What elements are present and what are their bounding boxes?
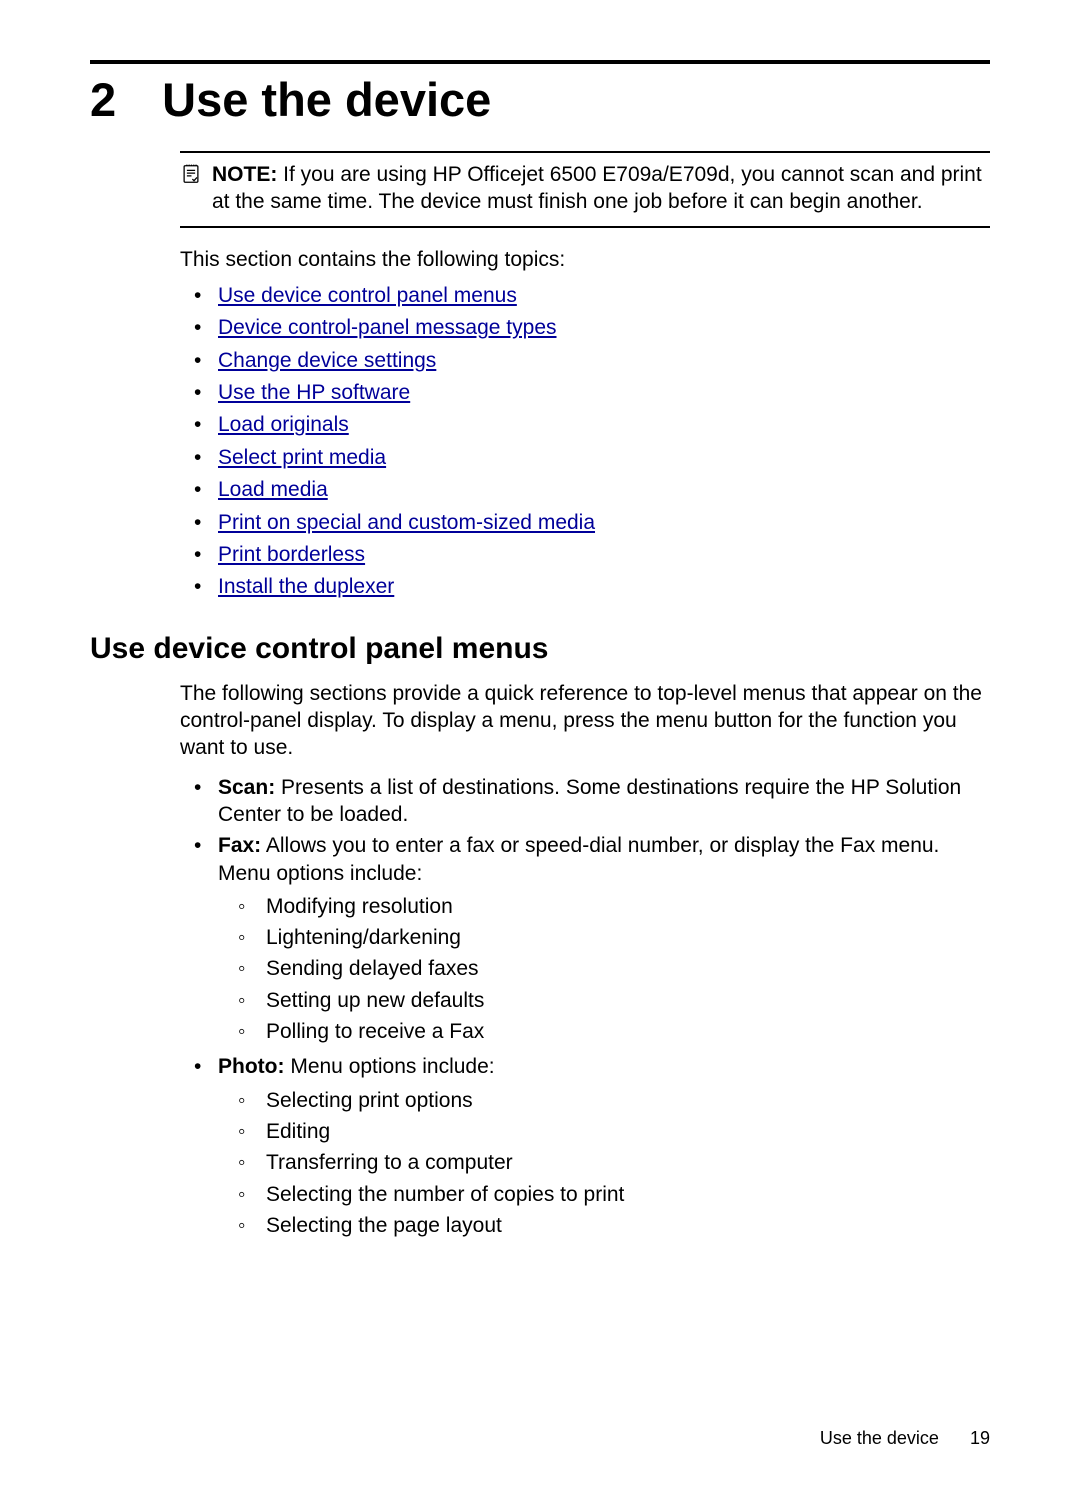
list-item: Lightening/darkening	[238, 924, 990, 951]
menu-list: Scan: Presents a list of destinations. S…	[180, 774, 990, 1239]
sub-item: Transferring to a computer	[266, 1151, 513, 1174]
chapter-number: 2	[90, 76, 116, 123]
list-item: Change device settings	[194, 346, 990, 375]
sub-item: Selecting print options	[266, 1089, 473, 1112]
item-lead: Fax:	[218, 834, 261, 857]
item-lead: Scan:	[218, 776, 275, 799]
page-number: 19	[970, 1428, 990, 1449]
list-item: Select print media	[194, 443, 990, 472]
topic-link[interactable]: Print borderless	[218, 543, 365, 566]
list-item: Selecting print options	[238, 1087, 990, 1114]
footer-title: Use the device	[820, 1428, 939, 1448]
list-item: Modifying resolution	[238, 893, 990, 920]
list-item: Load originals	[194, 410, 990, 439]
topic-link[interactable]: Load originals	[218, 413, 349, 436]
topic-link[interactable]: Print on special and custom-sized media	[218, 511, 595, 534]
topic-link[interactable]: Load media	[218, 478, 328, 501]
sub-list: Selecting print options Editing Transfer…	[218, 1087, 990, 1239]
list-item: Fax: Allows you to enter a fax or speed-…	[194, 832, 990, 1045]
section-body: The following sections provide a quick r…	[180, 680, 990, 1239]
list-item: Scan: Presents a list of destinations. S…	[194, 774, 990, 829]
list-item: Setting up new defaults	[238, 987, 990, 1014]
list-item: Photo: Menu options include: Selecting p…	[194, 1053, 990, 1239]
list-item: Install the duplexer	[194, 572, 990, 601]
note-icon	[180, 161, 202, 190]
chapter-title: Use the device	[162, 76, 491, 123]
item-text: Menu options include:	[290, 1055, 494, 1078]
sub-item: Modifying resolution	[266, 895, 453, 918]
note-label: NOTE:	[212, 163, 277, 186]
list-item: Selecting the number of copies to print	[238, 1181, 990, 1208]
sub-item: Selecting the number of copies to print	[266, 1183, 624, 1206]
list-item: Transferring to a computer	[238, 1149, 990, 1176]
topic-link[interactable]: Device control-panel message types	[218, 316, 557, 339]
sub-list: Modifying resolution Lightening/darkenin…	[218, 893, 990, 1045]
topic-link[interactable]: Use the HP software	[218, 381, 410, 404]
chapter-heading: 2 Use the device	[90, 76, 990, 123]
note-body: If you are using HP Officejet 6500 E709a…	[212, 163, 982, 213]
section-heading: Use device control panel menus	[90, 632, 990, 666]
list-item: Selecting the page layout	[238, 1212, 990, 1239]
topic-link[interactable]: Change device settings	[218, 349, 436, 372]
list-item: Use device control panel menus	[194, 281, 990, 310]
topic-link-list: Use device control panel menus Device co…	[180, 281, 990, 602]
topic-link[interactable]: Use device control panel menus	[218, 284, 517, 307]
list-item: Polling to receive a Fax	[238, 1018, 990, 1045]
sub-item: Polling to receive a Fax	[266, 1020, 484, 1043]
section-paragraph: The following sections provide a quick r…	[180, 680, 990, 762]
sub-item: Selecting the page layout	[266, 1214, 502, 1237]
note-text: NOTE: If you are using HP Officejet 6500…	[212, 161, 990, 216]
item-lead: Photo:	[218, 1055, 284, 1078]
topic-link[interactable]: Install the duplexer	[218, 575, 394, 598]
list-item: Sending delayed faxes	[238, 955, 990, 982]
page-footer: Use the device 19	[820, 1428, 990, 1449]
topic-link[interactable]: Select print media	[218, 446, 386, 469]
list-item: Print borderless	[194, 540, 990, 569]
chapter-rule	[90, 60, 990, 64]
list-item: Use the HP software	[194, 378, 990, 407]
sub-item: Sending delayed faxes	[266, 957, 479, 980]
item-text: Presents a list of destinations. Some de…	[218, 776, 961, 826]
sub-item: Editing	[266, 1120, 330, 1143]
page: 2 Use the device NOTE: If you are using …	[0, 0, 1080, 1495]
list-item: Editing	[238, 1118, 990, 1145]
section-intro: This section contains the following topi…	[180, 246, 990, 273]
list-item: Load media	[194, 475, 990, 504]
chapter-body: NOTE: If you are using HP Officejet 6500…	[180, 151, 990, 602]
list-item: Device control-panel message types	[194, 313, 990, 342]
sub-item: Setting up new defaults	[266, 989, 484, 1012]
note-callout: NOTE: If you are using HP Officejet 6500…	[180, 151, 990, 228]
sub-item: Lightening/darkening	[266, 926, 461, 949]
list-item: Print on special and custom-sized media	[194, 508, 990, 537]
item-text: Allows you to enter a fax or speed-dial …	[218, 834, 939, 884]
